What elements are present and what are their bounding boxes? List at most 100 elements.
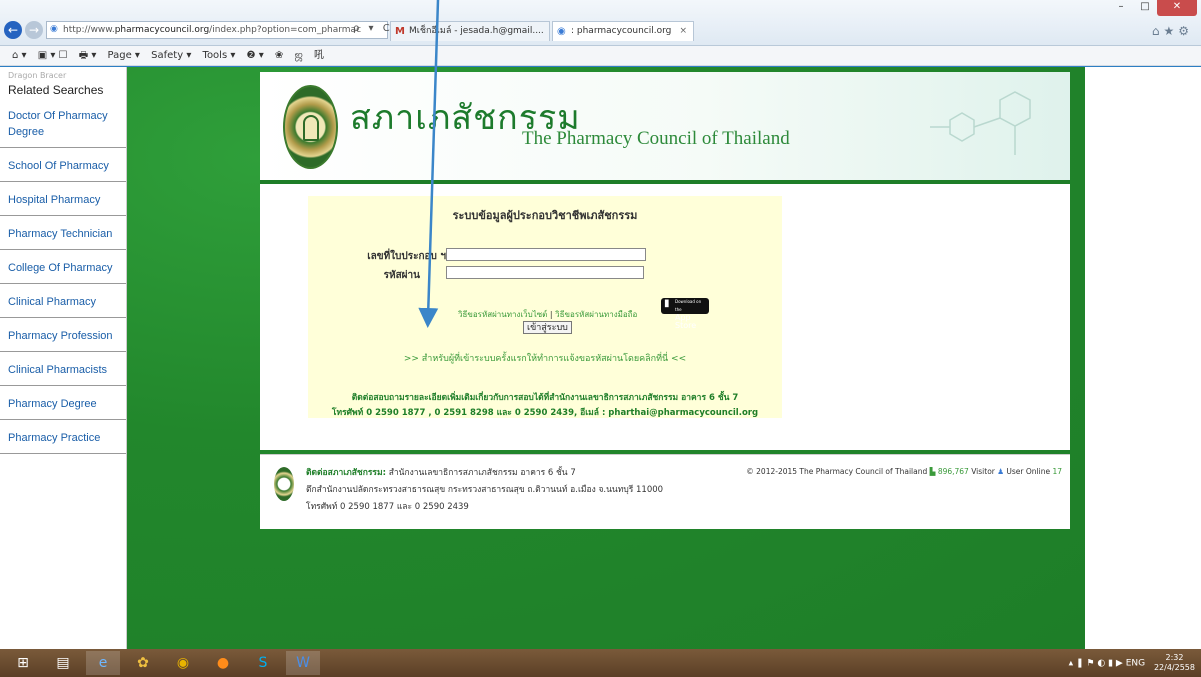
start-windows-icon[interactable]: ⊞ <box>6 651 40 675</box>
molecule-decoration-icon <box>930 91 1031 155</box>
license-number-input[interactable] <box>446 248 646 261</box>
content-area: ระบบข้อมูลผู้ประกอบวิชาชีพเภสัชกรรม เลขท… <box>260 180 1070 450</box>
file-explorer-icon[interactable]: ▤ <box>46 651 80 675</box>
login-title: ระบบข้อมูลผู้ประกอบวิชาชีพเภสัชกรรม <box>452 209 638 222</box>
page-menu[interactable]: Page ▾ <box>108 50 140 61</box>
password-label: รหัสผ่าน <box>383 270 420 281</box>
clock-date: 22/4/2558 <box>1153 663 1195 672</box>
login-submit-button[interactable]: เข้าสู่ระบบ <box>523 321 572 334</box>
user-icon: ♟ <box>997 467 1004 476</box>
help-menu[interactable]: ❷ ▾ <box>247 50 264 61</box>
contact-line-1: ติดต่อสอบถามรายละเอียดเพิ่มเติมเกี่ยวกับ… <box>351 393 739 403</box>
tray-language[interactable]: ENG <box>1126 659 1145 669</box>
chrome-icon[interactable]: ◉ <box>166 651 200 675</box>
sidebar-item-college-of-pharmacy[interactable]: College Of Pharmacy <box>0 250 126 284</box>
home-menu[interactable]: ⌂ ▾ <box>12 50 27 61</box>
sidebar-header: Dragon Bracer <box>8 71 67 80</box>
settings-gear-icon[interactable]: ⚙ <box>1178 24 1193 38</box>
council-seal-logo[interactable] <box>283 85 338 169</box>
sidebar-item-hospital-pharmacy[interactable]: Hospital Pharmacy <box>0 182 126 216</box>
sidebar-item-clinical-pharmacy[interactable]: Clinical Pharmacy <box>0 284 126 318</box>
apple-icon: ▮ <box>664 298 670 309</box>
website-password-link[interactable]: วิธีขอรหัสผ่านทางเว็บไซต์ <box>458 310 547 319</box>
app-store-label: App Store <box>675 313 697 330</box>
page-globe-icon: ◉ <box>50 24 58 34</box>
feeds-menu[interactable]: ▣ ▾ ☐ <box>38 50 68 61</box>
online-count: 17 <box>1052 467 1062 476</box>
tray-icons[interactable]: ▴ ❚ ⚑ ◐ ▮ ▶ <box>1069 659 1123 669</box>
arrow-right-icon: → <box>28 23 40 37</box>
sidebar-item-pharmacy-practice[interactable]: Pharmacy Practice <box>0 420 126 454</box>
bowl-of-hygieia-icon <box>303 115 319 141</box>
exam-contact-info: ติดต่อสอบถามรายละเอียดเพิ่มเติมเกี่ยวกับ… <box>308 391 782 421</box>
skype-icon[interactable]: S <box>246 651 280 675</box>
safety-menu[interactable]: Safety ▾ <box>151 50 191 61</box>
sidebar-item-pharmacy-degree[interactable]: Pharmacy Degree <box>0 386 126 420</box>
home-icon[interactable]: ⌂ <box>1152 24 1164 38</box>
footer-seal-logo <box>274 467 294 501</box>
link-separator: | <box>549 310 553 319</box>
related-searches-sidebar: Dragon Bracer Related Searches Doctor Of… <box>0 67 127 649</box>
footer-address-line-2: ตึกสำนักงานปลัดกระทรวงสาธารณสุข กระทรวงส… <box>306 485 664 495</box>
close-tab-icon[interactable]: × <box>679 22 687 41</box>
app-store-badge[interactable]: ▮ Download on the App Store <box>661 298 709 330</box>
sidebar-item-pharmacy-profession[interactable]: Pharmacy Profession <box>0 318 126 352</box>
sidebar-item-school-of-pharmacy[interactable]: School Of Pharmacy <box>0 148 126 182</box>
addon-icon-1[interactable]: ❀ <box>275 50 283 61</box>
footer-address: ติดต่อสภาเภสัชกรรม: สำนักงานเลขาธิการสภา… <box>306 465 663 516</box>
password-help-links: วิธีขอรหัสผ่านทางเว็บไซต์ | วิธีขอรหัสผ่… <box>458 308 637 321</box>
address-bar[interactable]: http://www.pharmacycouncil.org/index.php… <box>46 21 388 39</box>
tab-gmail-label: Mเช็กอีเมล์ - jesada.h@gmail.... <box>409 26 544 36</box>
mobile-password-link[interactable]: วิธีขอรหัสผ่านทางมือถือ <box>555 310 637 319</box>
back-button[interactable]: ← <box>4 21 22 39</box>
firefox-icon[interactable]: ● <box>206 651 240 675</box>
tab-pharmacycouncil-label: : pharmacycouncil.org <box>571 26 672 36</box>
online-label: User Online <box>1006 467 1051 476</box>
sidebar-title: Related Searches <box>8 83 104 97</box>
addon-icon-2[interactable]: ஜ <box>295 50 303 61</box>
visitor-count: 896,767 <box>937 467 969 476</box>
internet-explorer-icon[interactable]: e <box>86 651 120 675</box>
windows-taskbar: ⊞ ▤ e ✿ ◉ ● S W ▴ ❚ ⚑ ◐ ▮ ▶ ENG 2:32 22/… <box>0 649 1201 677</box>
browser-titlebar: – □ ✕ ← → http://www.pharmacycouncil.org… <box>0 0 1201 46</box>
address-tools[interactable]: ρ ▾ C <box>353 23 393 34</box>
gmail-icon: M <box>395 26 405 37</box>
password-input[interactable] <box>446 266 644 279</box>
address-domain: pharmacycouncil.org <box>114 25 210 35</box>
print-menu[interactable]: 🖶 ▾ <box>79 50 97 61</box>
system-tray: ▴ ❚ ⚑ ◐ ▮ ▶ ENG 2:32 22/4/2558 <box>1069 653 1195 673</box>
close-window-button[interactable]: ✕ <box>1157 0 1197 16</box>
login-panel: ระบบข้อมูลผู้ประกอบวิชาชีพเภสัชกรรม เลขท… <box>308 196 782 418</box>
addon-icon-3[interactable]: 吼 <box>314 50 324 61</box>
tab-pharmacycouncil[interactable]: ◉ : pharmacycouncil.org × <box>552 21 694 41</box>
command-bar: ⌂ ▾ ▣ ▾ ☐ 🖶 ▾ Page ▾ Safety ▾ Tools ▾ ❷ … <box>0 46 1201 66</box>
tray-clock[interactable]: 2:32 22/4/2558 <box>1154 653 1195 673</box>
app-store-small-text: Download on the <box>675 299 702 312</box>
favorites-star-icon[interactable]: ★ <box>1163 24 1178 38</box>
site-banner: สภาเภสัชกรรม The Pharmacy Council of Tha… <box>260 72 1070 180</box>
contact-line-2: โทรศัพท์ 0 2590 1877 , 0 2591 8298 และ 0… <box>331 408 759 418</box>
tools-menu[interactable]: Tools ▾ <box>203 50 236 61</box>
sidebar-item-doctor-of-pharmacy-degree[interactable]: Doctor Of Pharmacy Degree <box>0 101 126 148</box>
address-prefix: http://www. <box>63 25 115 35</box>
visitor-label: Visitor <box>971 467 995 476</box>
maximize-button[interactable]: □ <box>1133 0 1157 16</box>
minimize-button[interactable]: – <box>1109 0 1133 16</box>
clock-time: 2:32 <box>1165 653 1184 662</box>
word-icon[interactable]: W <box>286 651 320 675</box>
footer-address-line-3: โทรศัพท์ 0 2590 1877 และ 0 2590 2439 <box>306 502 469 512</box>
tab-gmail[interactable]: M Mเช็กอีเมล์ - jesada.h@gmail.... <box>390 21 550 41</box>
app-yellow-icon[interactable]: ✿ <box>126 651 160 675</box>
right-margin <box>1085 67 1201 649</box>
footer-stats: © 2012-2015 The Pharmacy Council of Thai… <box>746 467 1062 476</box>
sidebar-item-clinical-pharmacists[interactable]: Clinical Pharmacists <box>0 352 126 386</box>
forward-button[interactable]: → <box>25 21 43 39</box>
chart-icon: ▙ <box>929 467 936 476</box>
license-number-label: เลขที่ใบประกอบ ฯ <box>367 251 446 262</box>
first-time-register-link[interactable]: >> สำหรับผู้ที่เข้าระบบครั้งแรกให้ทำการแ… <box>308 351 782 365</box>
ie-page-icon: ◉ <box>557 26 566 37</box>
arrow-left-icon: ← <box>7 23 19 37</box>
window-controls: – □ ✕ <box>1109 0 1197 16</box>
site-title-english: The Pharmacy Council of Thailand <box>522 128 790 149</box>
sidebar-item-pharmacy-technician[interactable]: Pharmacy Technician <box>0 216 126 250</box>
